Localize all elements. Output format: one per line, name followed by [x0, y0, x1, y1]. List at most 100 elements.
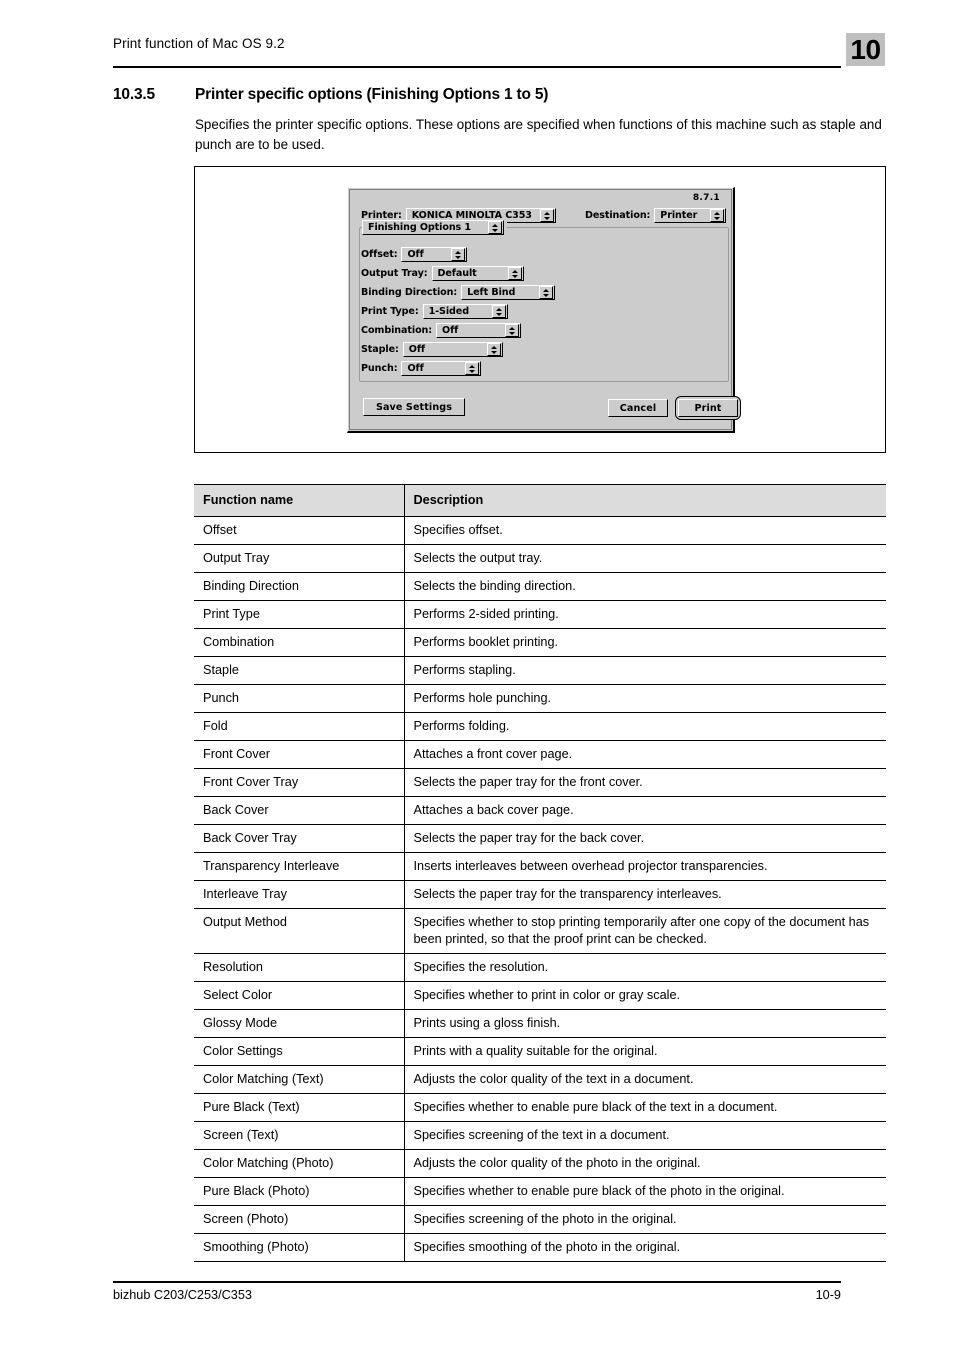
offset-popup[interactable]: Off — [401, 247, 468, 262]
arrow-up-icon — [509, 326, 516, 330]
section-block: 10.3.5 Printer specific options (Finishi… — [113, 86, 893, 154]
chevron-updown-icon — [505, 324, 520, 337]
table-row: Select Color Specifies whether to print i… — [194, 981, 886, 1010]
staple-popup-value: Off — [408, 344, 425, 355]
punch-popup[interactable]: Off — [401, 361, 482, 376]
arrow-down-icon — [543, 293, 550, 297]
arrow-up-icon — [511, 269, 518, 273]
destination-popup[interactable]: Printer — [654, 208, 727, 223]
output-tray-label: Output Tray: — [361, 268, 428, 279]
punch-label: Punch: — [361, 363, 398, 374]
cell-description: Specifies offset. — [404, 516, 886, 545]
figure-screenshot-frame: 8.7.1 Printer: KONICA MINOLTA C353 Desti… — [194, 166, 886, 453]
header-title: Print function of Mac OS 9.2 — [113, 36, 285, 51]
cell-description: Specifies screening of the text in a doc… — [404, 1121, 886, 1150]
table-row: Front Cover Attaches a front cover page. — [194, 740, 886, 769]
cell-description: Attaches a back cover page. — [404, 796, 886, 825]
driver-version-label: 8.7.1 — [692, 193, 720, 203]
arrow-up-icon — [492, 223, 498, 227]
table-row: Output Tray Selects the output tray. — [194, 544, 886, 573]
table-row: Print Type Performs 2-sided printing. — [194, 600, 886, 629]
cancel-button[interactable]: Cancel — [608, 399, 668, 417]
print-button-default-ring: Print — [675, 396, 741, 420]
arrow-down-icon — [511, 274, 518, 278]
table-header-row: Function name Description — [194, 484, 886, 517]
pane-selector-row: Finishing Options 1 — [362, 220, 507, 235]
cell-function-name: Punch — [194, 684, 405, 713]
running-header: Print function of Mac OS 9.2 — [113, 34, 841, 70]
cell-description: Specifies whether to enable pure black o… — [404, 1177, 886, 1206]
table-row: Pure Black (Photo) Specifies whether to e… — [194, 1177, 886, 1206]
destination-label: Destination: — [585, 210, 651, 221]
arrow-up-icon — [495, 307, 502, 311]
cell-description: Performs 2-sided printing. — [404, 600, 886, 629]
cell-description: Specifies whether to print in color or g… — [404, 981, 886, 1010]
cell-description: Selects the binding direction. — [404, 572, 886, 601]
option-row-output-tray: Output Tray: Default — [361, 266, 524, 281]
section-title: Printer specific options (Finishing Opti… — [195, 86, 549, 103]
option-row-offset: Offset: Off — [361, 247, 468, 262]
print-button[interactable]: Print — [678, 399, 738, 417]
staple-popup[interactable]: Off — [402, 342, 503, 357]
table-row: Color Matching (Photo) Adjusts the color … — [194, 1149, 886, 1178]
chevron-updown-icon — [486, 343, 501, 356]
chevron-updown-icon — [539, 209, 554, 222]
function-description-table: Function name Description Offset Specifie… — [194, 484, 886, 1262]
arrow-up-icon — [543, 211, 550, 215]
cell-function-name: Glossy Mode — [194, 1009, 405, 1038]
table-row: Screen (Photo) Specifies screening of the… — [194, 1205, 886, 1234]
destination-row: Destination: Printer — [585, 208, 727, 223]
cell-function-name: Color Matching (Text) — [194, 1065, 405, 1094]
cell-function-name: Interleave Tray — [194, 880, 405, 909]
cell-function-name: Offset — [194, 516, 405, 545]
option-row-punch: Punch: Off — [361, 361, 482, 376]
binding-direction-popup[interactable]: Left Bind — [461, 285, 556, 300]
combination-popup[interactable]: Off — [436, 323, 522, 338]
table-row: Binding Direction Selects the binding dir… — [194, 572, 886, 601]
option-row-staple: Staple: Off — [361, 342, 503, 357]
cell-description: Selects the paper tray for the front cov… — [404, 768, 886, 797]
output-tray-popup[interactable]: Default — [431, 266, 524, 281]
cell-description: Prints with a quality suitable for the o… — [404, 1037, 886, 1066]
cell-function-name: Color Matching (Photo) — [194, 1149, 405, 1178]
combination-popup-value: Off — [442, 325, 459, 336]
cell-function-name: Front Cover Tray — [194, 768, 405, 797]
chevron-updown-icon — [539, 286, 554, 299]
staple-label: Staple: — [361, 344, 399, 355]
table-row: Punch Performs hole punching. — [194, 684, 886, 713]
table-row: Color Settings Prints with a quality suit… — [194, 1037, 886, 1066]
arrow-up-icon — [455, 250, 462, 254]
destination-popup-value: Printer — [660, 210, 698, 221]
column-header-function-name: Function name — [194, 484, 405, 517]
offset-label: Offset: — [361, 249, 398, 260]
cell-function-name: Combination — [194, 628, 405, 657]
cell-function-name: Print Type — [194, 600, 405, 629]
table-row: Smoothing (Photo) Specifies smoothing of … — [194, 1233, 886, 1262]
table-row: Back Cover Attaches a back cover page. — [194, 796, 886, 825]
table-row: Screen (Text) Specifies screening of the … — [194, 1121, 886, 1150]
chevron-updown-icon — [507, 267, 522, 280]
page-footer: bizhub C203/C253/C353 10-9 — [113, 1288, 841, 1302]
chevron-updown-icon — [465, 362, 480, 375]
header-divider — [113, 66, 841, 68]
save-settings-button[interactable]: Save Settings — [363, 398, 465, 416]
mac-print-dialog: 8.7.1 Printer: KONICA MINOLTA C353 Desti… — [347, 187, 741, 433]
arrow-up-icon — [543, 288, 550, 292]
pane-selector-value: Finishing Options 1 — [368, 222, 471, 233]
arrow-up-icon — [469, 364, 476, 368]
pane-selector-popup[interactable]: Finishing Options 1 — [362, 220, 504, 235]
table-row: Combination Performs booklet printing. — [194, 628, 886, 657]
print-type-popup[interactable]: 1-Sided — [422, 304, 508, 319]
cell-description: Adjusts the color quality of the text in… — [404, 1065, 886, 1094]
table-row: Output Method Specifies whether to stop p… — [194, 908, 886, 954]
cell-description: Performs folding. — [404, 712, 886, 741]
save-settings-row: Save Settings — [363, 398, 465, 416]
arrow-down-icon — [714, 216, 721, 220]
cell-description: Performs booklet printing. — [404, 628, 886, 657]
table-row: Fold Performs folding. — [194, 712, 886, 741]
cell-function-name: Pure Black (Text) — [194, 1093, 405, 1122]
output-tray-popup-value: Default — [437, 268, 477, 279]
page: Print function of Mac OS 9.2 10 10.3.5 P… — [0, 0, 954, 1351]
chevron-updown-icon — [491, 305, 506, 318]
arrow-down-icon — [543, 216, 550, 220]
